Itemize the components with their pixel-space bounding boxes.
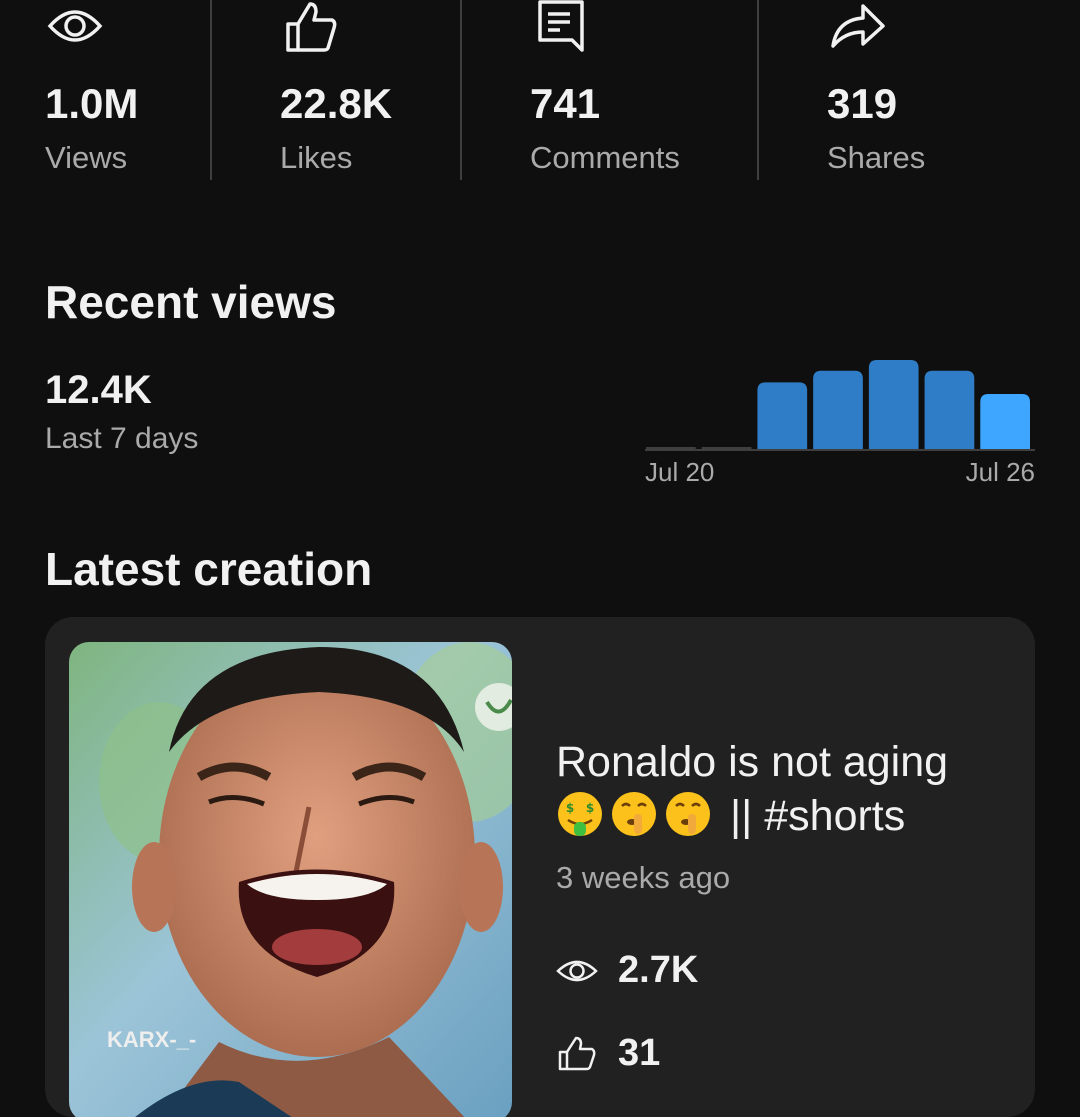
money-mouth-face-emoji: $ $ bbox=[558, 792, 602, 836]
thumbnail-watermark: KARX-_- bbox=[107, 1027, 196, 1052]
video-title[interactable]: Ronaldo is not aging $ $ || #shorts bbox=[556, 735, 1006, 843]
comments-label: Comments bbox=[530, 140, 680, 175]
eye-icon bbox=[556, 960, 598, 982]
svg-text:$: $ bbox=[566, 801, 574, 815]
comment-icon bbox=[538, 0, 584, 52]
recent-views-heading: Recent views bbox=[45, 276, 337, 328]
thumbs-up-icon bbox=[558, 1036, 596, 1071]
views-label: Views bbox=[45, 140, 128, 175]
chart-bar bbox=[868, 360, 919, 450]
chart-bar bbox=[924, 370, 975, 450]
stat-divider bbox=[757, 0, 759, 180]
views-value: 1.0M bbox=[45, 80, 139, 127]
recent-views-value: 12.4K bbox=[45, 368, 152, 412]
recent-views-chart[interactable]: Jul 20 Jul 26 bbox=[640, 340, 1040, 500]
video-published-time: 3 weeks ago bbox=[556, 860, 731, 895]
video-title-line1: Ronaldo is not aging bbox=[556, 738, 949, 786]
stats-row: 1.0M Views 22.8K Likes 741 Comments 319 … bbox=[0, 0, 1080, 180]
chart-bar bbox=[813, 370, 863, 450]
svg-text:$: $ bbox=[586, 801, 594, 815]
recent-views-period: Last 7 days bbox=[45, 422, 199, 455]
latest-video-card[interactable]: KARX-_- Ronaldo is not aging $ $ || #sho… bbox=[45, 617, 1035, 1117]
video-title-line2: || #shorts bbox=[729, 792, 906, 840]
thumbs-up-icon bbox=[286, 2, 337, 52]
share-icon bbox=[831, 4, 885, 48]
comments-value: 741 bbox=[530, 80, 601, 127]
likes-value: 22.8K bbox=[280, 80, 393, 127]
shushing-face-emoji bbox=[612, 792, 656, 836]
chart-bar bbox=[757, 382, 808, 450]
eye-icon bbox=[47, 10, 103, 42]
shares-label: Shares bbox=[827, 140, 926, 175]
chart-x-start-label: Jul 20 bbox=[645, 457, 714, 487]
chart-x-end-label: Jul 26 bbox=[966, 457, 1035, 487]
latest-creation-heading: Latest creation bbox=[45, 543, 373, 595]
shares-value: 319 bbox=[827, 80, 898, 127]
stat-divider bbox=[210, 0, 212, 180]
stat-divider bbox=[460, 0, 462, 180]
video-thumbnail[interactable]: KARX-_- bbox=[69, 642, 512, 1117]
shushing-face-emoji bbox=[666, 792, 710, 836]
chart-bar bbox=[980, 394, 1030, 450]
video-views-value: 2.7K bbox=[618, 949, 699, 991]
likes-label: Likes bbox=[280, 140, 353, 175]
video-likes-value: 31 bbox=[618, 1032, 661, 1074]
